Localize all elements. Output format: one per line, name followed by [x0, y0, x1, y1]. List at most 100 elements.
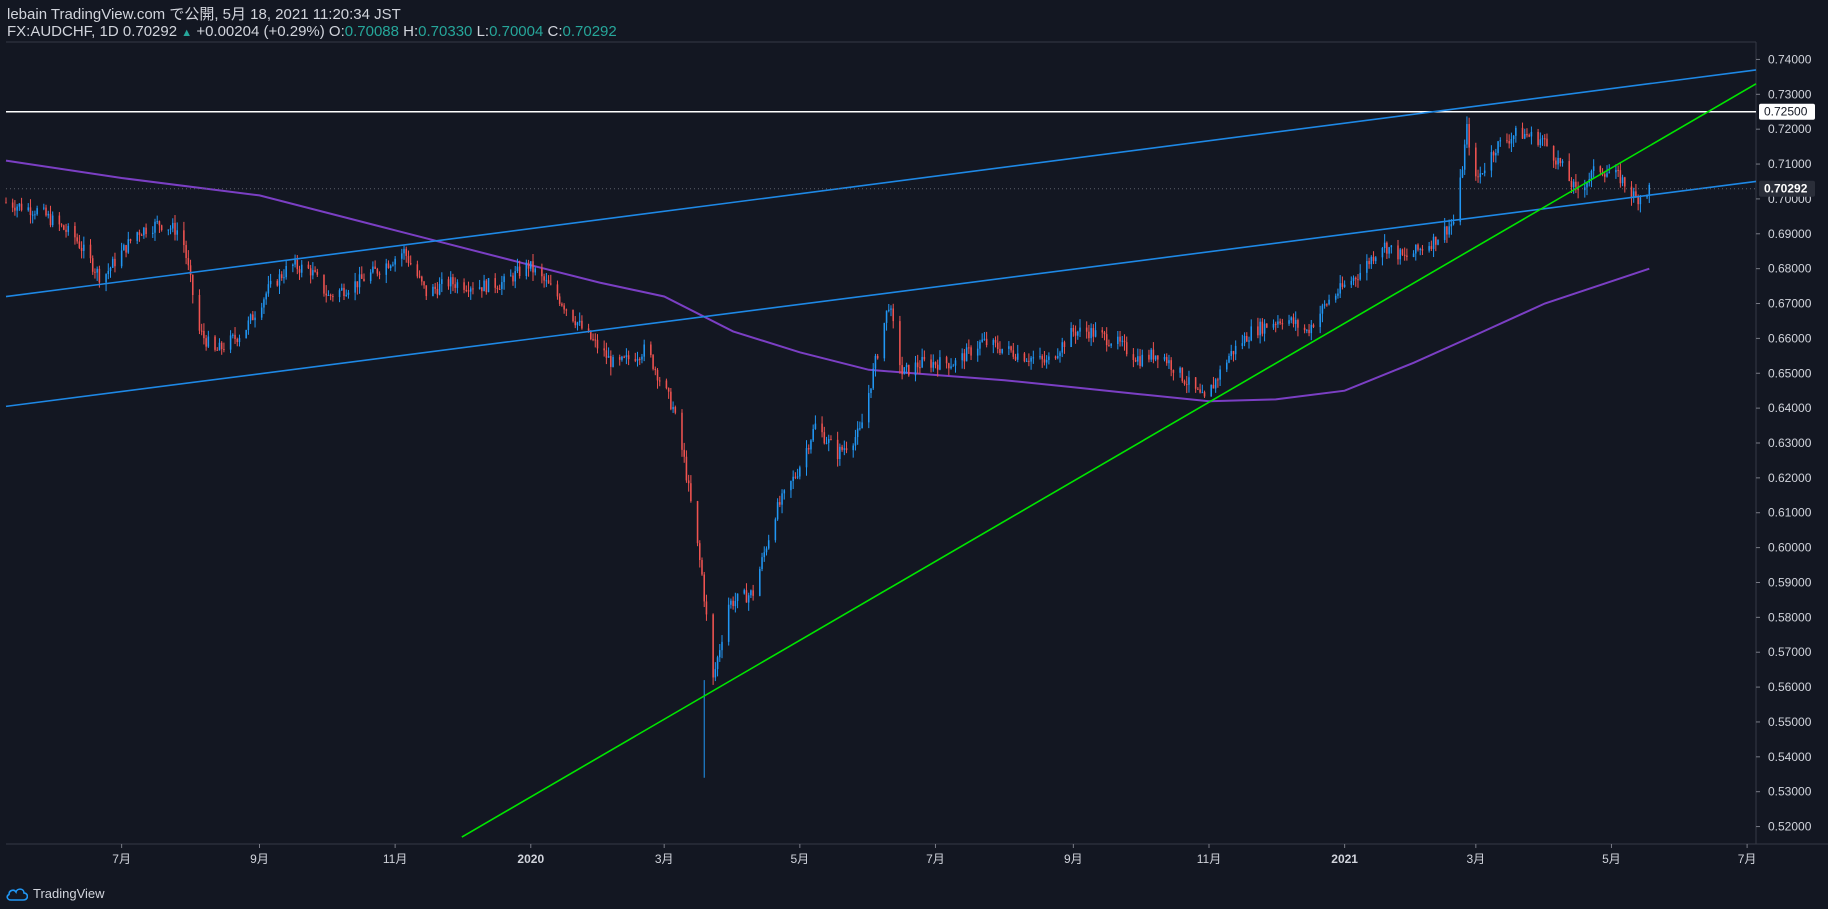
candle-up: [1557, 157, 1559, 165]
candle-down: [223, 349, 225, 351]
candle-up: [1094, 330, 1097, 337]
symbol-name[interactable]: FX:AUDCHF, 1D 0.70292: [7, 23, 177, 40]
candle-down: [234, 334, 236, 340]
candle-up: [859, 428, 861, 430]
high-value: 0.70330: [418, 23, 473, 40]
price-change: +0.00204 (+0.29%): [196, 23, 325, 40]
candle-down: [512, 275, 514, 282]
candle-down: [332, 295, 334, 298]
open-value: 0.70088: [344, 23, 399, 40]
candle-up: [952, 365, 955, 367]
candle-up: [169, 228, 172, 230]
candle-down: [1212, 384, 1215, 389]
candle-down: [1386, 242, 1388, 254]
candle-down: [1028, 360, 1030, 362]
candle-down: [1543, 138, 1546, 140]
candle-up: [347, 292, 350, 295]
candle-down: [376, 268, 379, 274]
price-tick-label: 0.74000: [1768, 52, 1812, 66]
candle-up: [1606, 173, 1608, 177]
candle-down: [198, 294, 201, 331]
candle-up: [136, 232, 138, 241]
candle-up: [843, 448, 846, 450]
candle-up: [300, 264, 303, 273]
candle-up: [1443, 226, 1446, 241]
candle-up: [278, 274, 281, 286]
candle-down: [1105, 334, 1108, 346]
time-tick-label: 2020: [517, 852, 544, 866]
candle-down: [618, 357, 621, 360]
candle-down: [11, 202, 14, 208]
price-tick-label: 0.63000: [1768, 436, 1812, 450]
candle-up: [207, 336, 210, 347]
candle-up: [1572, 181, 1575, 188]
candle-down: [125, 245, 127, 253]
price-tick-label: 0.64000: [1768, 401, 1812, 415]
candle-down: [1354, 277, 1357, 280]
candle-down: [280, 274, 283, 279]
candle-up: [503, 276, 505, 283]
time-tick-label: 7月: [1738, 852, 1757, 866]
price-chart[interactable]: 0.740000.730000.720000.710000.700000.690…: [0, 0, 1828, 909]
candle-up: [167, 229, 170, 231]
candle-up: [283, 277, 285, 279]
candle-down: [1014, 356, 1017, 360]
candle-up: [1479, 173, 1482, 178]
candle-down: [968, 347, 970, 349]
candle-up: [643, 344, 645, 357]
price-tick-label: 0.69000: [1768, 227, 1812, 241]
candle-down: [1246, 336, 1248, 342]
candle-down: [296, 259, 299, 270]
candle-up: [1512, 135, 1515, 140]
candle-down: [572, 310, 574, 322]
candle-down: [1568, 161, 1570, 181]
candle-down: [899, 321, 901, 366]
candle-down: [200, 330, 203, 332]
candle-down: [712, 614, 714, 678]
price-tick-label: 0.58000: [1768, 610, 1812, 624]
candle-down: [1637, 197, 1639, 205]
time-tick-label: 9月: [1064, 852, 1083, 866]
candle-down: [1401, 249, 1404, 255]
candle-up: [1059, 352, 1061, 356]
candle-down: [1446, 226, 1448, 235]
candle-up: [1225, 362, 1228, 370]
candle-up: [1150, 349, 1152, 360]
candle-down: [527, 262, 530, 269]
candle-down: [1199, 389, 1201, 393]
candle-down: [945, 357, 948, 364]
candle-up: [641, 356, 643, 360]
candle-up: [1039, 356, 1041, 358]
candle-down: [1088, 331, 1090, 339]
candle-down: [596, 339, 599, 349]
candle-up: [799, 467, 801, 477]
open-label: O:: [328, 23, 345, 40]
candle-up: [105, 274, 107, 283]
candle-up: [870, 388, 872, 394]
price-tick-label: 0.57000: [1768, 645, 1812, 659]
candle-up: [1008, 346, 1010, 349]
candle-down: [1261, 321, 1264, 334]
price-tick-label: 0.65000: [1768, 366, 1812, 380]
candle-down: [1617, 169, 1619, 171]
candle-up: [1319, 313, 1321, 328]
candle-up: [1490, 152, 1493, 171]
candle-up: [247, 320, 250, 330]
candle-down: [416, 264, 419, 277]
candle-up: [1432, 236, 1435, 249]
candle-up: [27, 207, 30, 211]
candle-down: [1403, 254, 1406, 256]
tradingview-logo[interactable]: TradingView: [6, 886, 105, 901]
candle-down: [89, 244, 92, 259]
candle-down: [356, 281, 359, 288]
candle-up: [621, 356, 623, 360]
candle-down: [1528, 135, 1530, 137]
candle-down: [1435, 236, 1437, 245]
candle-down: [698, 543, 701, 561]
candle-down: [1125, 342, 1128, 355]
candle-up: [874, 355, 877, 369]
candle-down: [1552, 145, 1555, 161]
candle-down: [205, 338, 207, 347]
candle-down: [830, 439, 832, 441]
candle-down: [1619, 170, 1622, 184]
